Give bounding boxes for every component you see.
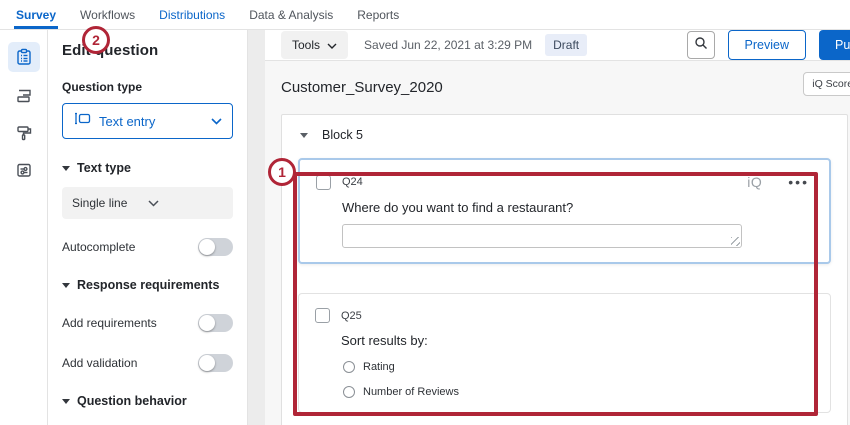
resize-grip-icon[interactable] bbox=[731, 237, 740, 246]
response-requirements-section-header[interactable]: Response requirements bbox=[62, 278, 233, 292]
text-type-dropdown[interactable]: Single line bbox=[62, 187, 233, 219]
clipboard-list-icon bbox=[15, 48, 33, 66]
survey-toolbar: Tools Saved Jun 22, 2021 at 3:29 PM Draf… bbox=[265, 30, 850, 61]
tab-data-analysis[interactable]: Data & Analysis bbox=[247, 0, 335, 29]
search-icon bbox=[694, 36, 708, 55]
sliders-settings-icon bbox=[15, 161, 33, 179]
main-area: Tools Saved Jun 22, 2021 at 3:29 PM Draf… bbox=[265, 30, 850, 425]
text-entry-icon bbox=[73, 112, 91, 130]
question-type-value: Text entry bbox=[99, 114, 203, 129]
autocomplete-label: Autocomplete bbox=[62, 240, 135, 254]
choice-label: Number of Reviews bbox=[363, 386, 459, 398]
look-and-feel-button[interactable] bbox=[8, 120, 40, 146]
question-id: Q25 bbox=[341, 310, 362, 322]
iq-score-badge[interactable]: iQ Score: bbox=[803, 72, 850, 96]
chevron-down-icon bbox=[148, 196, 224, 210]
question-id: Q24 bbox=[342, 176, 363, 188]
panel-gutter bbox=[248, 30, 265, 425]
collapse-triangle-icon bbox=[62, 166, 70, 171]
edit-question-panel: Edit question Question type Text entry T… bbox=[48, 30, 248, 425]
text-type-section-label: Text type bbox=[77, 161, 131, 175]
paint-roller-icon bbox=[15, 124, 33, 142]
tab-reports[interactable]: Reports bbox=[355, 0, 401, 29]
iq-assist-icon[interactable]: iQ bbox=[747, 174, 762, 190]
panel-title: Edit question bbox=[62, 42, 233, 59]
preview-button[interactable]: Preview bbox=[728, 30, 806, 60]
survey-canvas: Customer_Survey_2020 iQ Score: Block 5 bbox=[265, 61, 850, 425]
block-container: Block 5 Q24 iQ ••• Where do you want to … bbox=[281, 114, 848, 425]
question-card-q24[interactable]: Q24 iQ ••• Where do you want to find a r… bbox=[298, 158, 831, 264]
tools-button-label: Tools bbox=[292, 38, 320, 52]
top-navigation: Survey Workflows Distributions Data & An… bbox=[0, 0, 850, 30]
choice-option[interactable]: Rating bbox=[341, 361, 814, 373]
question-checkbox[interactable] bbox=[316, 175, 331, 190]
status-badge: Draft bbox=[545, 34, 587, 56]
question-type-dropdown[interactable]: Text entry bbox=[62, 103, 233, 139]
block-collapse-icon bbox=[300, 133, 308, 138]
question-text[interactable]: Sort results by: bbox=[341, 333, 814, 348]
tools-menu-button[interactable]: Tools bbox=[281, 31, 348, 59]
block-name: Block 5 bbox=[322, 128, 363, 142]
survey-title: Customer_Survey_2020 bbox=[281, 79, 443, 96]
tab-survey[interactable]: Survey bbox=[14, 0, 58, 29]
chevron-down-icon bbox=[211, 112, 222, 130]
question-card-q25[interactable]: Q25 Sort results by: Rating Number bbox=[298, 293, 831, 413]
search-button[interactable] bbox=[687, 31, 715, 59]
choice-option[interactable]: Number of Reviews bbox=[341, 386, 814, 398]
collapse-triangle-icon bbox=[62, 399, 70, 404]
question-checkbox[interactable] bbox=[315, 308, 330, 323]
question-type-label: Question type bbox=[62, 80, 233, 94]
survey-builder-button[interactable] bbox=[8, 42, 40, 72]
add-requirements-label: Add requirements bbox=[62, 316, 157, 330]
add-validation-toggle[interactable] bbox=[198, 354, 233, 372]
question-behavior-section-header[interactable]: Question behavior bbox=[62, 394, 233, 408]
collapse-triangle-icon bbox=[62, 283, 70, 288]
iq-score-label: iQ Score: bbox=[812, 78, 850, 90]
question-text[interactable]: Where do you want to find a restaurant? bbox=[342, 200, 813, 215]
response-requirements-label: Response requirements bbox=[77, 278, 219, 292]
toggle-knob bbox=[199, 355, 215, 371]
survey-options-button[interactable] bbox=[8, 157, 40, 183]
radio-button-icon[interactable] bbox=[343, 386, 355, 398]
app-window: Survey Workflows Distributions Data & An… bbox=[0, 0, 850, 425]
question-menu-dots-icon[interactable]: ••• bbox=[788, 177, 809, 187]
block-header[interactable]: Block 5 bbox=[282, 115, 847, 152]
radio-button-icon[interactable] bbox=[343, 361, 355, 373]
question-behavior-label: Question behavior bbox=[77, 394, 187, 408]
tab-workflows[interactable]: Workflows bbox=[78, 0, 137, 29]
add-validation-label: Add validation bbox=[62, 356, 137, 370]
tab-distributions[interactable]: Distributions bbox=[157, 0, 227, 29]
text-entry-input[interactable] bbox=[342, 224, 742, 248]
choice-label: Rating bbox=[363, 361, 395, 373]
text-type-section-header[interactable]: Text type bbox=[62, 161, 233, 175]
toggle-knob bbox=[199, 239, 215, 255]
add-requirements-toggle[interactable] bbox=[198, 314, 233, 332]
publish-button[interactable]: Publish bbox=[819, 30, 850, 60]
left-icon-rail bbox=[0, 30, 48, 425]
last-saved-text: Saved Jun 22, 2021 at 3:29 PM bbox=[364, 38, 532, 52]
autocomplete-toggle[interactable] bbox=[198, 238, 233, 256]
text-type-value: Single line bbox=[72, 196, 148, 210]
chevron-down-icon bbox=[327, 38, 337, 52]
toggle-knob bbox=[199, 315, 215, 331]
survey-flow-button[interactable] bbox=[8, 83, 40, 109]
stacked-blocks-icon bbox=[15, 87, 33, 105]
